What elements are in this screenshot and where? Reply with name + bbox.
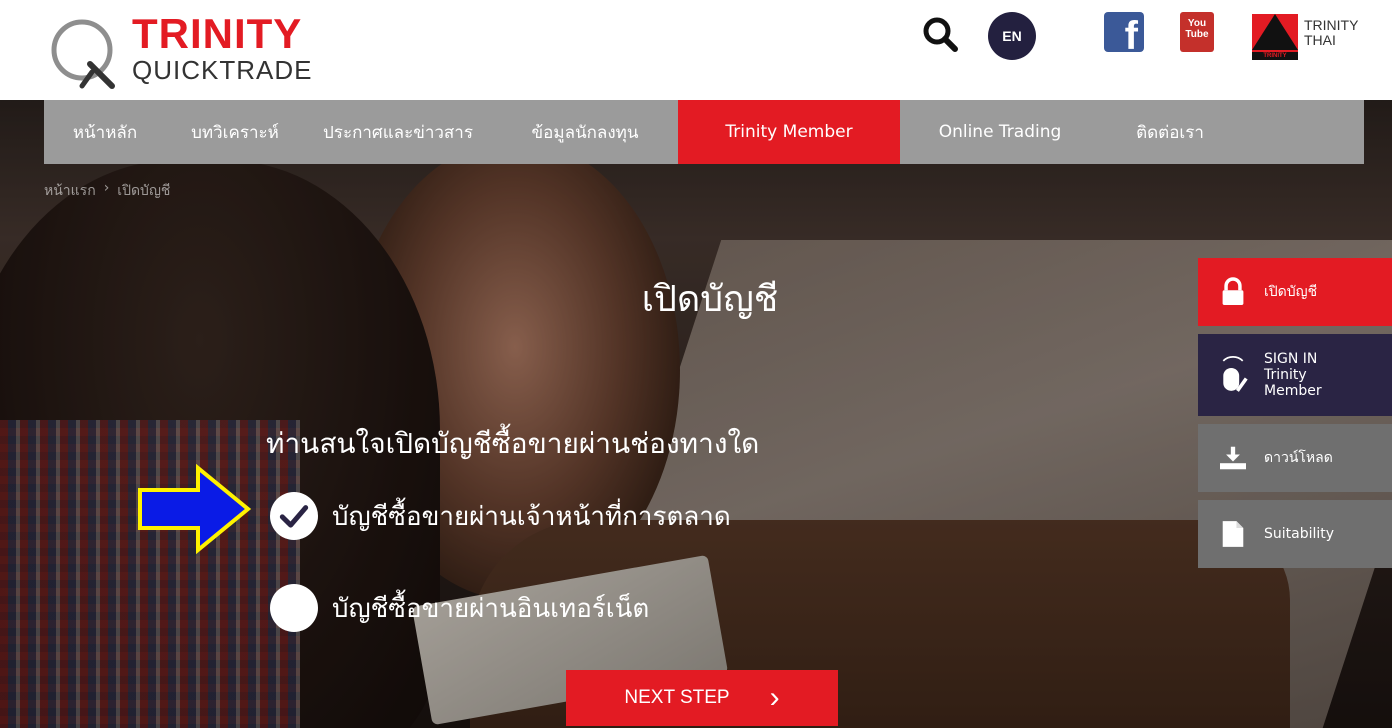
option-label: บัญชีซื้อขายผ่านเจ้าหน้าที่การตลาด: [332, 501, 731, 532]
breadcrumb-separator: ›: [103, 180, 110, 196]
page: TRINITY QUICKTRADE EN f You Tube TRINITY…: [0, 0, 1392, 728]
breadcrumb-current: เปิดบัญชี: [117, 183, 171, 199]
facebook-icon[interactable]: f: [1104, 12, 1144, 52]
hero-section: หน้าหลัก บทวิเคราะห์ ประกาศและข่าวสาร ข้…: [0, 100, 1392, 728]
download-icon: [1208, 433, 1258, 483]
side-sign-in[interactable]: SIGN IN Trinity Member: [1198, 334, 1392, 416]
next-step-label: NEXT STEP: [624, 687, 730, 708]
channel-question: ท่านสนใจเปิดบัญชีซื้อขายผ่านช่องทางใด: [266, 427, 760, 460]
checkmark-icon: [279, 505, 309, 528]
nav-item-news[interactable]: ประกาศและข่าวสาร: [304, 100, 492, 164]
breadcrumb: หน้าแรก › เปิดบัญชี: [44, 180, 170, 202]
trinity-thai-label: TRINITY THAI: [1304, 17, 1359, 48]
background-shade: [0, 100, 1392, 728]
trinity-thai-link[interactable]: TRINITY TRINITY THAI: [1252, 12, 1372, 62]
language-switch-button[interactable]: EN: [988, 12, 1036, 60]
lock-icon: [1208, 267, 1258, 317]
mouse-icon: [1208, 350, 1258, 400]
side-suitability[interactable]: Suitability: [1198, 500, 1392, 568]
logo-magnifier-icon: [51, 19, 115, 89]
radio-unchecked[interactable]: [270, 584, 318, 632]
side-open-account[interactable]: เปิดบัญชี: [1198, 258, 1392, 326]
side-suitability-label: Suitability: [1264, 526, 1335, 542]
youtube-icon[interactable]: You Tube: [1180, 12, 1214, 52]
option-internet[interactable]: บัญชีซื้อขายผ่านอินเทอร์เน็ต: [270, 584, 649, 632]
side-download-label: ดาวน์โหลด: [1264, 450, 1333, 466]
nav-item-online-trading[interactable]: Online Trading: [900, 100, 1100, 164]
nav-item-trinity-member[interactable]: Trinity Member: [678, 100, 900, 164]
option-label: บัญชีซื้อขายผ่านอินเทอร์เน็ต: [332, 593, 650, 624]
option-marketing-officer[interactable]: บัญชีซื้อขายผ่านเจ้าหน้าที่การตลาด: [270, 492, 731, 540]
side-download[interactable]: ดาวน์โหลด: [1198, 424, 1392, 492]
chevron-right-icon: ›: [769, 681, 780, 714]
nav-item-analysis[interactable]: บทวิเคราะห์: [166, 100, 304, 164]
side-menu: เปิดบัญชี SIGN IN Trinity Member ดาวน์โห…: [1198, 258, 1392, 576]
next-step-button[interactable]: NEXT STEP ›: [566, 670, 838, 726]
nav-item-investor-info[interactable]: ข้อมูลนักลงทุน: [492, 100, 678, 164]
breadcrumb-home-link[interactable]: หน้าแรก: [44, 180, 96, 202]
annotation-arrow-icon: [138, 464, 252, 554]
page-title: เปิดบัญชี: [641, 279, 779, 320]
logo-subtitle: QUICKTRADE: [132, 55, 313, 85]
nav-item-contact[interactable]: ติดต่อเรา: [1100, 100, 1240, 164]
search-icon[interactable]: [920, 14, 960, 54]
trinity-quicktrade-logo[interactable]: TRINITY QUICKTRADE: [46, 10, 311, 90]
nav-item-home[interactable]: หน้าหลัก: [44, 100, 166, 164]
document-icon: [1208, 509, 1258, 559]
logo-title: TRINITY: [132, 10, 303, 57]
main-navigation: หน้าหลัก บทวิเคราะห์ ประกาศและข่าวสาร ข้…: [44, 100, 1364, 164]
trinity-thai-logo: TRINITY: [1252, 14, 1298, 60]
side-sign-in-label: SIGN IN Trinity Member: [1264, 351, 1322, 399]
side-open-account-label: เปิดบัญชี: [1264, 284, 1318, 300]
site-header: TRINITY QUICKTRADE EN f You Tube TRINITY…: [0, 0, 1392, 100]
radio-checked[interactable]: [270, 492, 318, 540]
